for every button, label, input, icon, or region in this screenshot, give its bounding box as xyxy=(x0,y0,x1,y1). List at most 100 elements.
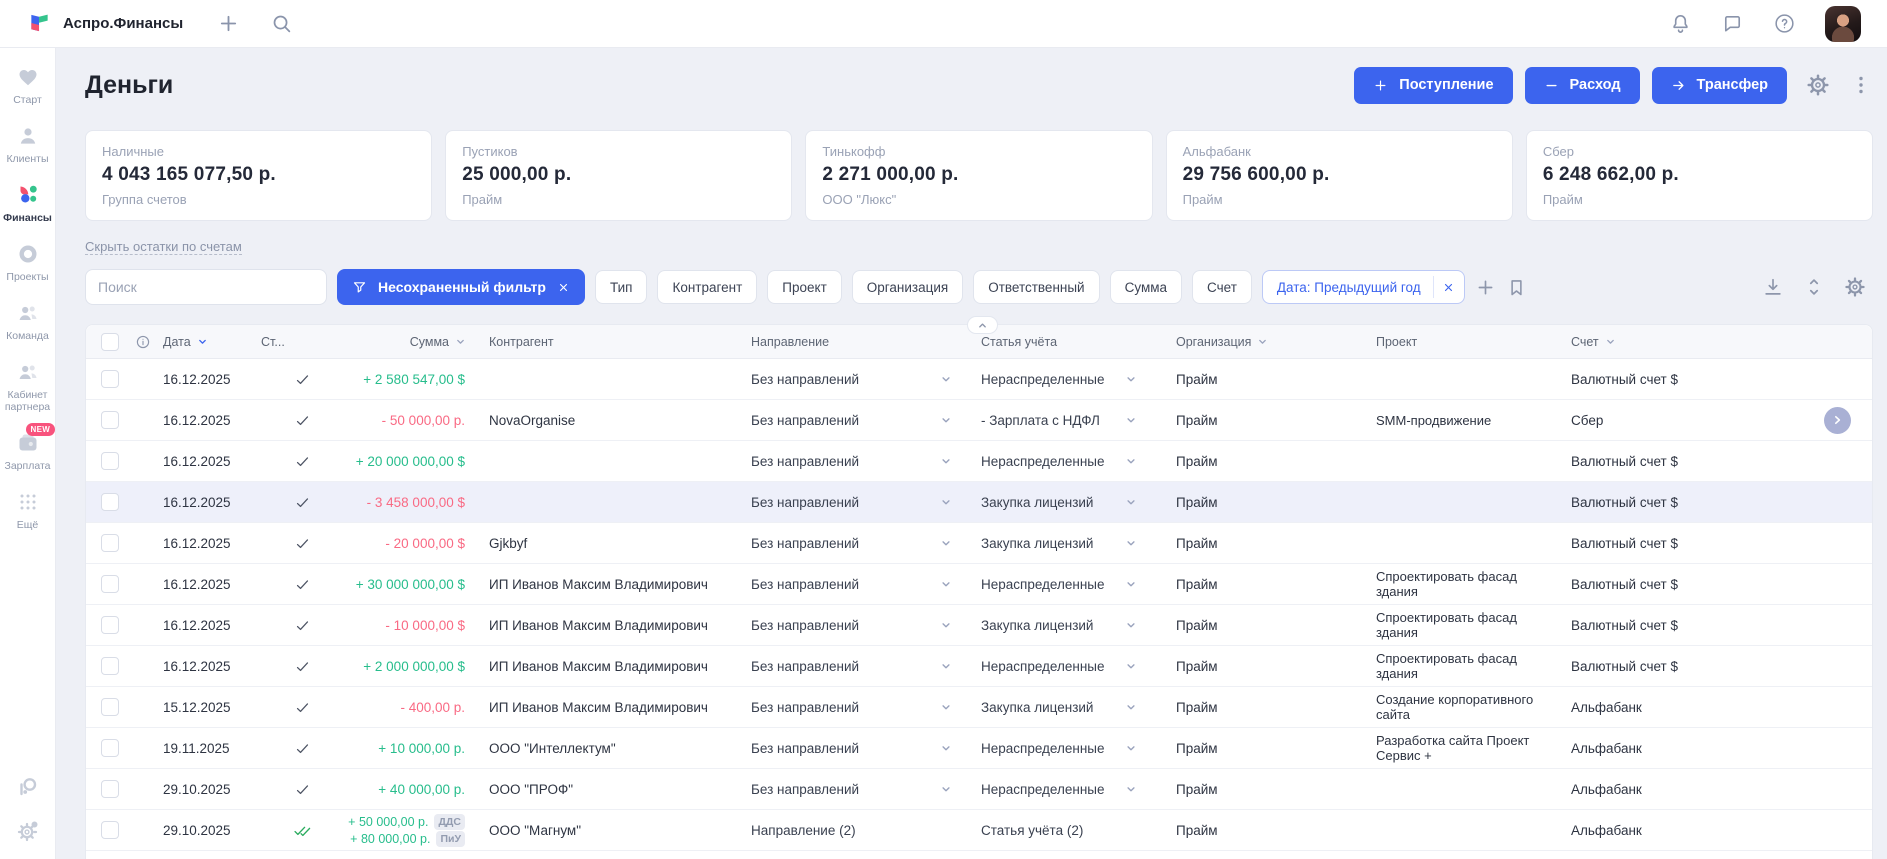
col-amount[interactable]: Сумма xyxy=(343,335,473,349)
sidebar-settings-gear-icon[interactable] xyxy=(16,819,40,843)
table-row[interactable]: 29.10.2025 + 40 000,00 р. ООО "ПРОФ" Без… xyxy=(86,769,1872,810)
table-row[interactable]: 16.12.2025 - 20 000,00 $ Gjkbyf Без напр… xyxy=(86,523,1872,564)
chevron-down-icon[interactable] xyxy=(939,700,953,714)
sort-desc-icon[interactable] xyxy=(196,335,209,348)
chevron-down-icon[interactable] xyxy=(1124,782,1138,796)
global-search-button[interactable] xyxy=(270,12,293,35)
chevron-down-icon[interactable] xyxy=(939,413,953,427)
chevron-down-icon[interactable] xyxy=(1124,495,1138,509)
search-input[interactable] xyxy=(85,269,327,305)
sidebar-item-clients[interactable]: Клиенты xyxy=(0,124,55,165)
transfer-button[interactable]: Трансфер xyxy=(1652,67,1787,104)
table-row[interactable]: 15.12.2025 - 400,00 р. ИП Иванов Максим … xyxy=(86,687,1872,728)
page-settings-gear-icon[interactable] xyxy=(1806,73,1830,97)
account-card[interactable]: Альфабанк 29 756 600,00 р. Прайм xyxy=(1166,130,1513,221)
chevron-down-icon[interactable] xyxy=(939,536,953,550)
date-filter-chip[interactable]: Дата: Предыдущий год xyxy=(1262,270,1465,304)
chevron-down-icon[interactable] xyxy=(939,372,953,386)
filter-chip[interactable]: Организация xyxy=(852,270,963,304)
chevron-down-icon[interactable] xyxy=(1124,659,1138,673)
col-direction[interactable]: Направление xyxy=(751,335,981,349)
sidebar-item-projects[interactable]: Проекты xyxy=(0,242,55,283)
clear-filter-icon[interactable] xyxy=(557,281,570,294)
col-organization[interactable]: Организация xyxy=(1176,335,1376,349)
chat-icon[interactable] xyxy=(1721,12,1744,35)
filter-chip[interactable]: Ответственный xyxy=(973,270,1099,304)
account-card[interactable]: Сбер 6 248 662,00 р. Прайм xyxy=(1526,130,1873,221)
select-all-checkbox[interactable] xyxy=(101,333,119,351)
row-checkbox[interactable] xyxy=(101,411,119,429)
hide-balances-link[interactable]: Скрыть остатки по счетам xyxy=(85,239,242,255)
unsaved-filter-button[interactable]: Несохраненный фильтр xyxy=(337,269,585,305)
sidebar-item-finance[interactable]: Финансы xyxy=(0,183,55,224)
col-counterparty[interactable]: Контрагент xyxy=(473,335,751,349)
chevron-down-icon[interactable] xyxy=(939,454,953,468)
chevron-down-icon[interactable] xyxy=(939,741,953,755)
collapse-pill-button[interactable] xyxy=(967,316,998,334)
account-card[interactable]: Тинькофф 2 271 000,00 р. ООО "Люкс" xyxy=(805,130,1152,221)
table-row[interactable]: 16.12.2025 - 10 000,00 $ ИП Иванов Макси… xyxy=(86,605,1872,646)
chevron-down-icon[interactable] xyxy=(1124,700,1138,714)
row-checkbox[interactable] xyxy=(101,452,119,470)
table-row[interactable]: 16.12.2025 + 20 000 000,00 $ Без направл… xyxy=(86,441,1872,482)
table-row[interactable]: 19.11.2025 + 10 000,00 р. ООО "Интеллект… xyxy=(86,728,1872,769)
remove-date-filter-icon[interactable] xyxy=(1442,281,1455,294)
row-checkbox[interactable] xyxy=(101,821,119,839)
col-project[interactable]: Проект xyxy=(1376,335,1571,349)
open-record-button[interactable] xyxy=(1824,407,1851,434)
row-checkbox[interactable] xyxy=(101,370,119,388)
row-checkbox[interactable] xyxy=(101,575,119,593)
row-checkbox[interactable] xyxy=(101,534,119,552)
sidebar-item-salary[interactable]: NEW Зарплата xyxy=(0,431,55,472)
row-checkbox[interactable] xyxy=(101,739,119,757)
info-icon[interactable] xyxy=(135,334,151,350)
row-checkbox[interactable] xyxy=(101,493,119,511)
partner-app-icon[interactable] xyxy=(16,775,40,799)
sidebar-item-team[interactable]: Команда xyxy=(0,301,55,342)
table-row[interactable]: 16.12.2025 - 50 000,00 р. NovaOrganise Б… xyxy=(86,400,1872,441)
chevron-down-icon[interactable] xyxy=(1256,335,1269,348)
chevron-down-icon[interactable] xyxy=(1124,413,1138,427)
col-status[interactable]: Ст... xyxy=(261,335,343,349)
filter-chip[interactable]: Проект xyxy=(767,270,841,304)
row-checkbox[interactable] xyxy=(101,698,119,716)
chevron-down-icon[interactable] xyxy=(939,618,953,632)
notifications-bell-icon[interactable] xyxy=(1669,12,1692,35)
add-filter-button[interactable] xyxy=(1475,277,1496,298)
help-icon[interactable] xyxy=(1773,12,1796,35)
chevron-down-icon[interactable] xyxy=(939,782,953,796)
chevron-down-icon[interactable] xyxy=(1124,577,1138,591)
filter-chip[interactable]: Счет xyxy=(1192,270,1252,304)
create-button[interactable] xyxy=(217,12,240,35)
chevron-down-icon[interactable] xyxy=(1604,335,1617,348)
filter-chip[interactable]: Тип xyxy=(595,270,648,304)
col-article[interactable]: Статья учёта xyxy=(981,335,1176,349)
user-avatar[interactable] xyxy=(1825,6,1861,42)
sidebar-item-start[interactable]: Старт xyxy=(0,65,55,106)
row-checkbox[interactable] xyxy=(101,616,119,634)
chevron-down-icon[interactable] xyxy=(1124,618,1138,632)
account-card[interactable]: Пустиков 25 000,00 р. Прайм xyxy=(445,130,792,221)
expense-button[interactable]: Расход xyxy=(1525,67,1640,104)
brand[interactable]: Аспро.Финансы xyxy=(28,12,183,35)
table-row[interactable]: 16.12.2025 - 3 458 000,00 $ Без направле… xyxy=(86,482,1872,523)
col-account[interactable]: Счет xyxy=(1571,335,1802,349)
export-download-icon[interactable] xyxy=(1762,276,1784,298)
chevron-down-icon[interactable] xyxy=(939,577,953,591)
sidebar-item-more[interactable]: Ещё xyxy=(0,490,55,531)
table-row[interactable]: 16.12.2025 + 2 000 000,00 $ ИП Иванов Ма… xyxy=(86,646,1872,687)
chevron-down-icon[interactable] xyxy=(454,335,467,348)
chevron-down-icon[interactable] xyxy=(1124,741,1138,755)
account-card[interactable]: Наличные 4 043 165 077,50 р. Группа счет… xyxy=(85,130,432,221)
income-button[interactable]: Поступление xyxy=(1354,67,1512,104)
chevron-down-icon[interactable] xyxy=(1124,372,1138,386)
sort-updown-icon[interactable] xyxy=(1803,276,1825,298)
table-row[interactable]: 16.12.2025 + 2 580 547,00 $ Без направле… xyxy=(86,359,1872,400)
chevron-down-icon[interactable] xyxy=(1124,536,1138,550)
more-options-kebab-icon[interactable] xyxy=(1849,73,1873,97)
chevron-down-icon[interactable] xyxy=(939,659,953,673)
chevron-down-icon[interactable] xyxy=(1124,454,1138,468)
table-row[interactable]: 16.12.2025 + 30 000 000,00 $ ИП Иванов М… xyxy=(86,564,1872,605)
filter-chip[interactable]: Контрагент xyxy=(657,270,757,304)
table-settings-gear-icon[interactable] xyxy=(1844,276,1866,298)
